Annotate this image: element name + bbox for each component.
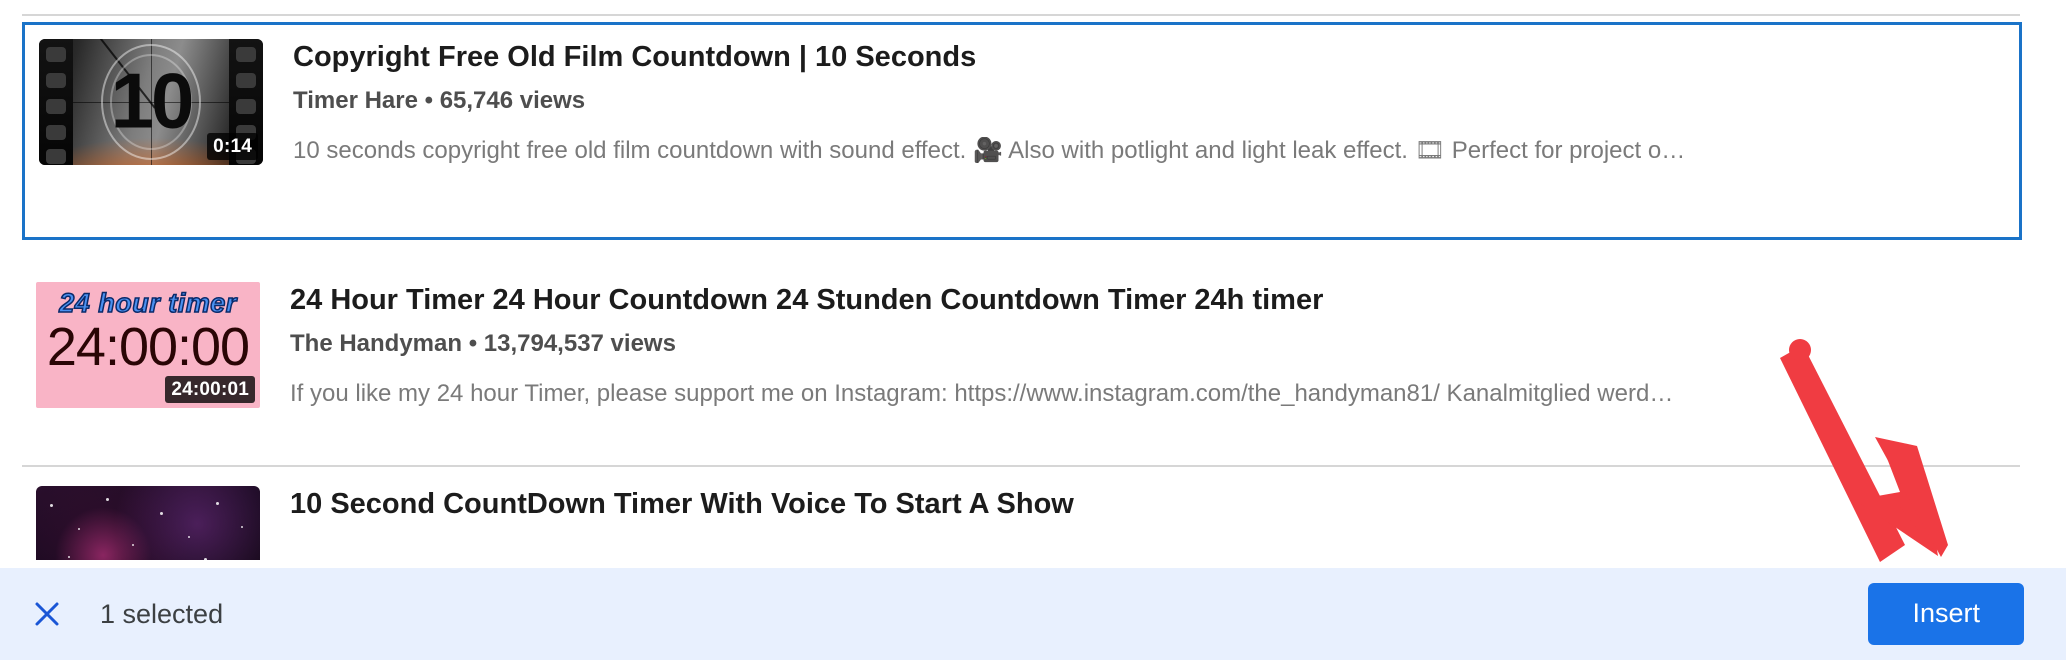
video-thumbnail-countdown[interactable]: 10 0:14 xyxy=(39,39,263,165)
film-strip-left-decoration xyxy=(39,39,73,165)
video-duration-badge: 24:00:01 xyxy=(165,376,255,403)
results-divider xyxy=(22,465,2020,467)
video-thumbnail-24h-timer[interactable]: 24 hour timer 24:00:00 24:00:01 xyxy=(36,282,260,408)
video-result-item[interactable]: 24 hour timer 24:00:00 24:00:01 24 Hour … xyxy=(22,282,2022,432)
selected-count-label: 1 selected xyxy=(100,598,224,629)
video-channel-views: The Handyman • 13,794,537 views xyxy=(290,330,676,358)
close-selection-button[interactable] xyxy=(20,587,74,641)
countdown-number: 10 xyxy=(110,56,195,145)
video-title: 10 Second CountDown Timer With Voice To … xyxy=(290,488,1074,520)
video-result-item-selected[interactable]: 10 0:14 Copyright Free Old Film Countdow… xyxy=(22,22,2022,240)
video-meta: 24 Hour Timer 24 Hour Countdown 24 Stund… xyxy=(260,282,2004,409)
video-results-list: 10 0:14 Copyright Free Old Film Countdow… xyxy=(0,0,2066,560)
close-icon xyxy=(35,602,59,626)
video-title: Copyright Free Old Film Countdown | 10 S… xyxy=(293,41,977,73)
video-meta: 10 Second CountDown Timer With Voice To … xyxy=(260,486,2004,521)
insert-button[interactable]: Insert xyxy=(1868,583,2024,645)
video-description: If you like my 24 hour Timer, please sup… xyxy=(290,379,1674,407)
thumbnail-heading-text: 24 hour timer xyxy=(58,288,237,318)
video-description: 10 seconds copyright free old film count… xyxy=(293,136,1686,164)
selection-action-bar: 1 selected Insert xyxy=(0,568,2066,660)
video-thumbnail-space[interactable]: 10 xyxy=(36,486,260,560)
video-duration-badge: 0:14 xyxy=(207,133,258,160)
video-meta: Copyright Free Old Film Countdown | 10 S… xyxy=(263,39,2001,166)
video-result-item[interactable]: 10 10 Second CountDown Timer With Voice … xyxy=(22,486,2022,560)
video-channel-views: Timer Hare • 65,746 views xyxy=(293,87,586,115)
thumbnail-digits-text: 24:00:00 xyxy=(46,317,250,377)
video-title: 24 Hour Timer 24 Hour Countdown 24 Stund… xyxy=(290,284,1324,316)
